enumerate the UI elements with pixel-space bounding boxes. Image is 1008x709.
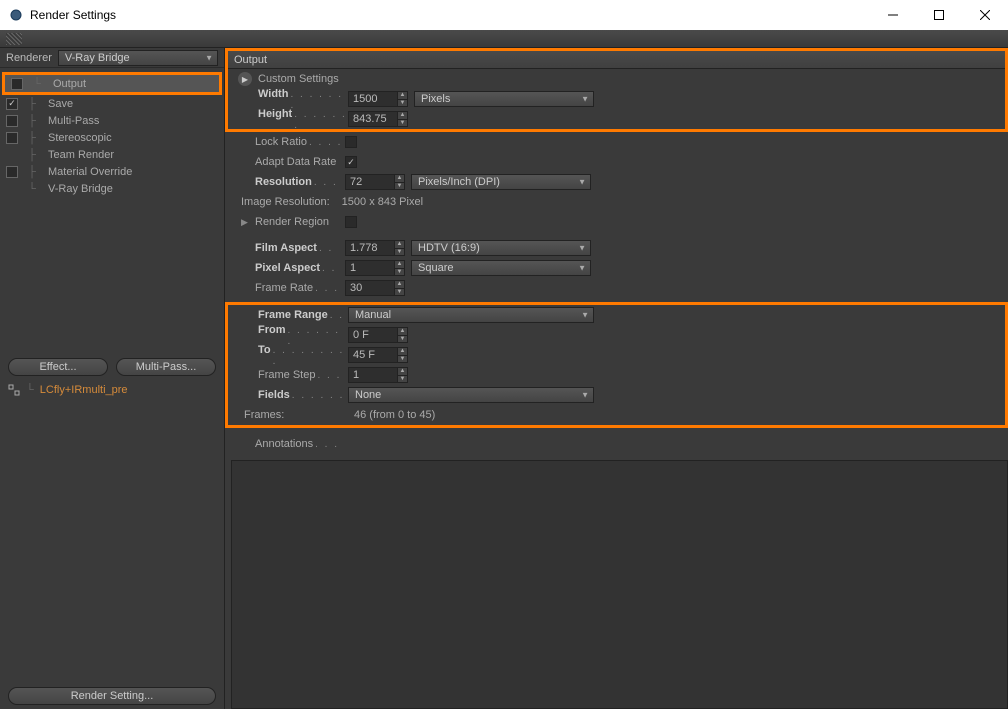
height-input[interactable]: 843.75▲▼ [348, 111, 408, 127]
highlight-output: └ Output [2, 72, 222, 95]
fields-label: Fields [258, 389, 290, 401]
adapt-label: Adapt Data Rate [255, 156, 336, 168]
highlight-top: Output ▶ Custom Settings Width. . . . . … [225, 48, 1008, 132]
frame-step-input[interactable]: 1▲▼ [348, 367, 408, 383]
tree-item-material[interactable]: ├ Material Override [0, 163, 224, 180]
branch-icon: ├ [22, 163, 42, 180]
checkbox-icon[interactable] [6, 166, 18, 178]
resolution-unit-dropdown[interactable]: Pixels/Inch (DPI)▼ [411, 174, 591, 190]
branch-icon: ├ [22, 146, 42, 163]
pixel-aspect-label: Pixel Aspect [255, 262, 320, 274]
caret-down-icon: ▼ [205, 53, 213, 62]
left-panel: Renderer V-Ray Bridge ▼ └ Output ✓ ├ [0, 48, 225, 709]
titlebar[interactable]: Render Settings [0, 0, 1008, 30]
checkbox-icon[interactable]: ✓ [6, 98, 18, 110]
to-label: To [258, 344, 271, 356]
branch-icon: └ [26, 384, 34, 396]
checkbox-icon[interactable] [6, 115, 18, 127]
frames-value: 46 (from 0 to 45) [348, 409, 435, 421]
lock-ratio-label: Lock Ratio [255, 136, 307, 148]
film-aspect-input[interactable]: 1.778▲▼ [345, 240, 405, 256]
fields-dropdown[interactable]: None▼ [348, 387, 594, 403]
annotations-area[interactable] [231, 460, 1008, 709]
render-region-checkbox[interactable] [345, 216, 357, 228]
width-input[interactable]: 1500▲▼ [348, 91, 408, 107]
expand-arrow-icon[interactable]: ▶ [241, 217, 251, 228]
tree-item-team[interactable]: ├ Team Render [0, 146, 224, 163]
settings-tree: └ Output ✓ ├ Save ├ Multi-Pass ├ [0, 68, 224, 354]
from-label: From [258, 324, 286, 336]
output-header: Output [228, 51, 1005, 69]
app-icon [8, 7, 24, 23]
tree-label: Save [46, 98, 73, 110]
film-aspect-label: Film Aspect [255, 242, 317, 254]
tree-label: Output [51, 78, 86, 90]
render-region-label: Render Region [255, 216, 329, 228]
frame-rate-label: Frame Rate [255, 282, 313, 294]
frame-range-label: Frame Range [258, 309, 328, 321]
caret-down-icon: ▼ [581, 311, 589, 320]
render-setting-button[interactable]: Render Setting... [8, 687, 216, 705]
preset-label: LCfly+IRmulti_pre [40, 384, 128, 396]
caret-down-icon: ▼ [578, 264, 586, 273]
grip-icon [6, 33, 22, 45]
caret-down-icon: ▼ [578, 244, 586, 253]
caret-down-icon: ▼ [581, 391, 589, 400]
tree-item-vray[interactable]: └ V-Ray Bridge [0, 180, 224, 197]
from-input[interactable]: 0 F▲▼ [348, 327, 408, 343]
lock-ratio-checkbox[interactable] [345, 136, 357, 148]
tree-item-save[interactable]: ✓ ├ Save [0, 95, 224, 112]
image-resolution-label: Image Resolution: [235, 196, 330, 208]
tree-item-output[interactable]: └ Output [5, 75, 219, 92]
renderer-dropdown[interactable]: V-Ray Bridge ▼ [58, 50, 218, 66]
frame-range-dropdown[interactable]: Manual▼ [348, 307, 594, 323]
effect-button[interactable]: Effect... [8, 358, 108, 376]
to-input[interactable]: 45 F▲▼ [348, 347, 408, 363]
branch-icon: ├ [22, 129, 42, 146]
renderer-label: Renderer [6, 52, 52, 64]
annotations-label: Annotations [255, 438, 313, 450]
expand-icon[interactable]: ▶ [238, 72, 252, 86]
frame-rate-input[interactable]: 30▲▼ [345, 280, 405, 296]
width-label: Width [258, 88, 288, 100]
frames-label: Frames: [238, 409, 348, 421]
close-button[interactable] [962, 0, 1008, 30]
pixel-aspect-dropdown[interactable]: Square▼ [411, 260, 591, 276]
pixel-aspect-input[interactable]: 1▲▼ [345, 260, 405, 276]
renderer-value: V-Ray Bridge [65, 52, 130, 64]
image-resolution-value: 1500 x 843 Pixel [336, 196, 423, 208]
maximize-button[interactable] [916, 0, 962, 30]
height-label: Height [258, 108, 292, 120]
tree-label: Team Render [46, 149, 114, 161]
caret-down-icon: ▼ [578, 178, 586, 187]
branch-icon: └ [27, 75, 47, 92]
preset-item[interactable]: └ LCfly+IRmulti_pre [0, 380, 224, 400]
tree-label: V-Ray Bridge [46, 183, 113, 195]
tree-label: Stereoscopic [46, 132, 112, 144]
caret-down-icon: ▼ [581, 95, 589, 104]
branch-icon: └ [22, 180, 42, 197]
frame-step-label: Frame Step [258, 369, 315, 381]
preset-icon [8, 384, 20, 396]
top-toolbar [0, 30, 1008, 48]
window-title: Render Settings [30, 8, 870, 22]
width-unit-dropdown[interactable]: Pixels▼ [414, 91, 594, 107]
resolution-input[interactable]: 72▲▼ [345, 174, 405, 190]
checkbox-icon[interactable] [6, 132, 18, 144]
minimize-button[interactable] [870, 0, 916, 30]
checkbox-icon[interactable] [11, 78, 23, 90]
tree-item-multipass[interactable]: ├ Multi-Pass [0, 112, 224, 129]
resolution-label: Resolution [255, 176, 312, 188]
multipass-button[interactable]: Multi-Pass... [116, 358, 216, 376]
tree-item-stereo[interactable]: ├ Stereoscopic [0, 129, 224, 146]
custom-settings-label: Custom Settings [258, 73, 339, 85]
adapt-checkbox[interactable]: ✓ [345, 156, 357, 168]
highlight-bottom: Frame Range. . Manual▼ From. . . . . . .… [225, 302, 1008, 428]
tree-label: Material Override [46, 166, 132, 178]
right-panel: Output ▶ Custom Settings Width. . . . . … [225, 48, 1008, 709]
tree-label: Multi-Pass [46, 115, 99, 127]
branch-icon: ├ [22, 112, 42, 129]
film-aspect-dropdown[interactable]: HDTV (16:9)▼ [411, 240, 591, 256]
branch-icon: ├ [22, 95, 42, 112]
